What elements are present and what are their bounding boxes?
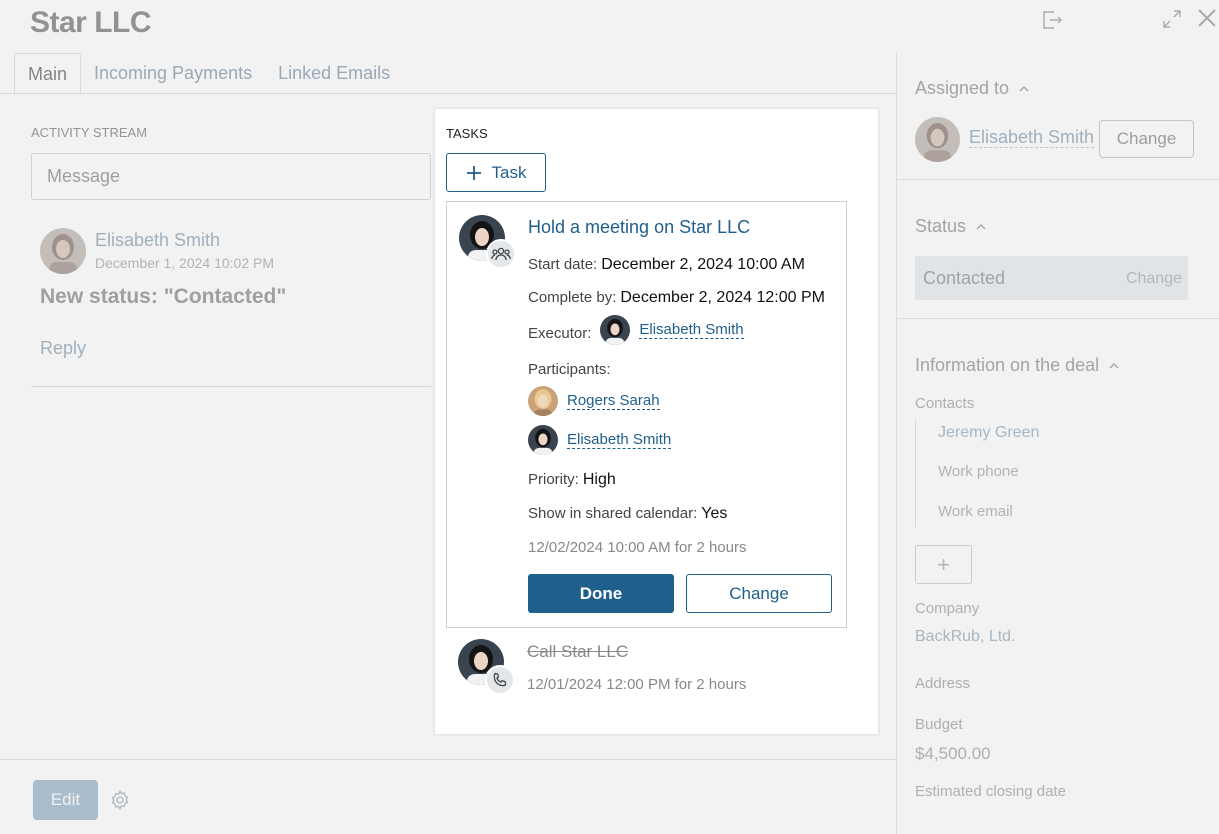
meeting-icon (486, 239, 516, 269)
priority-label: Priority: (528, 471, 579, 488)
tasks-popup: TASKS Task Hold a meeting on Star LLC St… (434, 108, 879, 735)
calendar-label: Show in shared calendar: (528, 505, 698, 522)
participant-row: Elisabeth Smith (528, 425, 672, 455)
start-date-value: December 2, 2024 10:00 AM (601, 256, 805, 273)
done-button[interactable]: Done (528, 574, 674, 613)
complete-by-label: Complete by: (528, 289, 617, 306)
calendar-row: Show in shared calendar: Yes (528, 505, 727, 523)
executor-link[interactable]: Elisabeth Smith (639, 321, 744, 339)
phone-icon (485, 665, 515, 695)
start-date-row: Start date: December 2, 2024 10:00 AM (528, 256, 805, 274)
priority-row: Priority: High (528, 471, 616, 489)
participant-avatar (528, 386, 558, 416)
participant-link[interactable]: Elisabeth Smith (567, 431, 672, 449)
calendar-value: Yes (701, 505, 728, 522)
participant-row: Rogers Sarah (528, 386, 660, 416)
plus-icon (466, 165, 481, 180)
complete-by-row: Complete by: December 2, 2024 12:00 PM (528, 289, 825, 307)
task-card: Hold a meeting on Star LLC Start date: De… (446, 201, 847, 628)
add-task-button[interactable]: Task (446, 153, 546, 192)
task-title-link[interactable]: Hold a meeting on Star LLC (528, 217, 750, 238)
complete-by-value: December 2, 2024 12:00 PM (620, 289, 825, 306)
task-time: 12/01/2024 12:00 PM for 2 hours (527, 676, 747, 693)
add-task-label: Task (491, 162, 527, 182)
priority-value: High (582, 471, 616, 488)
participant-avatar (528, 425, 558, 455)
tasks-title: TASKS (446, 126, 488, 141)
start-date-label: Start date: (528, 256, 598, 273)
executor-row: Executor: Elisabeth Smith (528, 315, 744, 345)
task-title-link[interactable]: Call Star LLC (527, 642, 628, 662)
executor-label: Executor: (528, 324, 592, 342)
deal-window: Star LLC Main Incoming Payments Linked E… (0, 0, 1219, 834)
executor-avatar (600, 315, 631, 345)
change-button[interactable]: Change (686, 574, 832, 613)
participants-label: Participants: (528, 361, 611, 378)
participant-link[interactable]: Rogers Sarah (567, 392, 660, 410)
task-time: 12/02/2024 10:00 AM for 2 hours (528, 539, 747, 556)
